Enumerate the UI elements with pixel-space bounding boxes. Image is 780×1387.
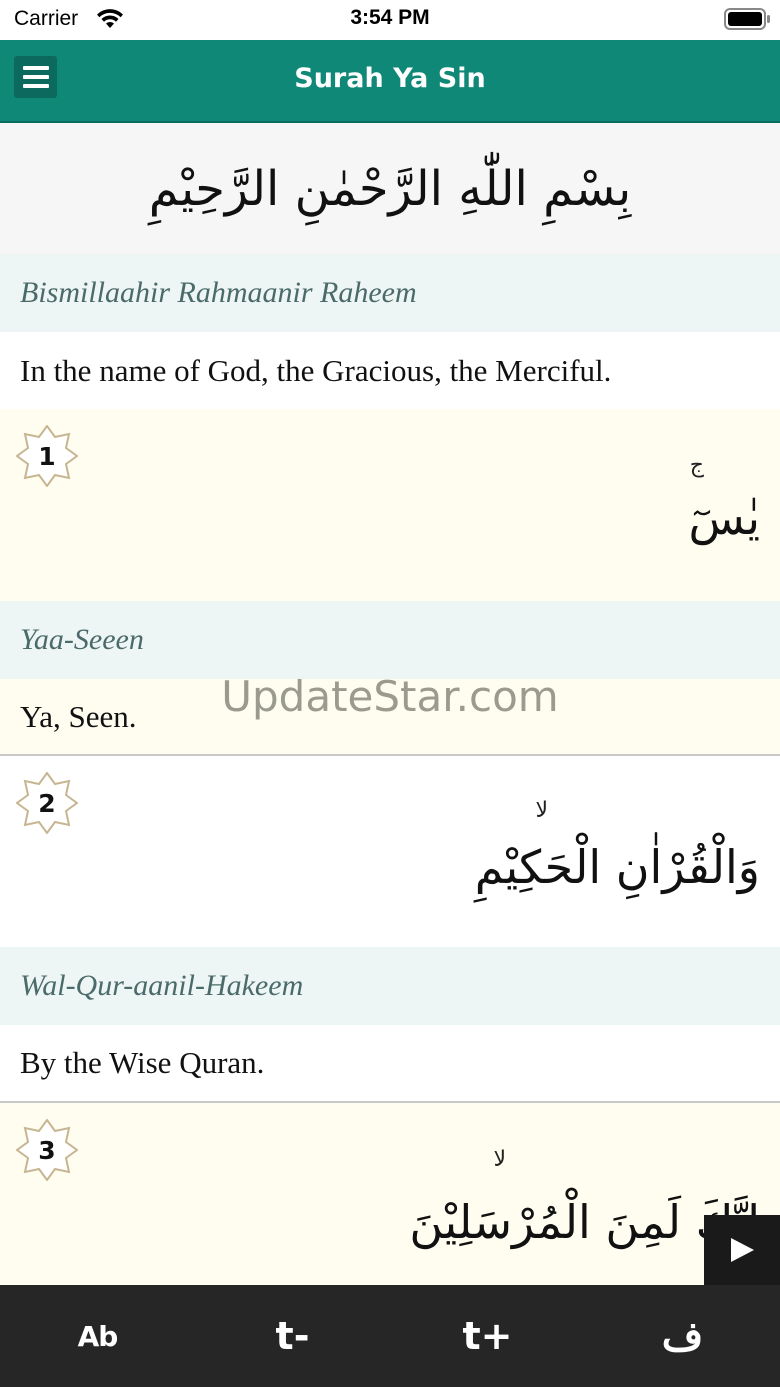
play-button[interactable] [704,1215,780,1285]
arabic-font-button[interactable]: ف [585,1285,780,1387]
verse-arabic-text: يٰسٓ [688,491,760,545]
font-decrease-button[interactable]: t- [195,1285,390,1387]
verse-arabic-text: وَالْقُرْاٰنِ الْحَكِيْمِ [474,840,760,894]
waqf-mark: لا [535,798,548,823]
transliteration-toggle-button[interactable]: Ab [0,1285,195,1387]
verse-number-badge: 1 [16,425,78,487]
nav-bar: Surah Ya Sin [0,40,780,123]
verse-2-translation: By the Wise Quran. [0,1025,780,1101]
verse-1-arabic-row[interactable]: 1 ج يٰسٓ [0,409,780,601]
status-bar: Carrier 3:54 PM [0,0,780,40]
watermark-text: UpdateStar.com [221,672,559,721]
page-title: Surah Ya Sin [294,63,486,94]
bismillah-translation: In the name of God, the Gracious, the Me… [0,332,780,409]
verse-number-badge: 2 [16,772,78,834]
bottom-toolbar: Ab t- t+ ف [0,1285,780,1387]
battery-icon [724,8,770,30]
verse-3-arabic-row[interactable]: 3 لا اِنَّكَ لَمِنَ الْمُرْسَلِيْنَ [0,1103,780,1285]
waqf-mark: ج [689,453,704,478]
verse-1-transliteration: Yaa-Seeen [0,601,780,679]
bismillah-transliteration: Bismillaahir Rahmaanir Raheem [0,254,780,332]
bismillah-arabic: بِسْمِ اللّٰهِ الرَّحْمٰنِ الرَّحِيْمِ [0,123,780,254]
verse-2-arabic-row[interactable]: 2 لا وَالْقُرْاٰنِ الْحَكِيْمِ [0,756,780,947]
font-increase-button[interactable]: t+ [390,1285,585,1387]
verse-number-badge: 3 [16,1119,78,1181]
clock: 3:54 PM [350,6,430,29]
verse-2-transliteration: Wal-Qur-aanil-Hakeem [0,947,780,1025]
waqf-mark: لا [493,1147,506,1172]
play-icon [731,1238,754,1262]
